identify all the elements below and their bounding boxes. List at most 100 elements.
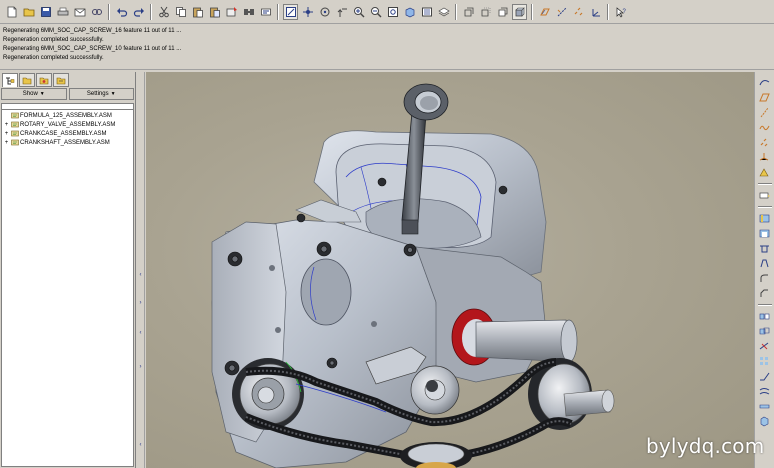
new-icon[interactable] <box>4 4 19 20</box>
toolbar-separator <box>757 206 772 208</box>
assembly-icon <box>11 121 19 128</box>
datum-planes-icon[interactable] <box>537 4 552 20</box>
zoom-fit-icon[interactable] <box>385 4 400 20</box>
watermark: bylydq.com <box>646 434 765 458</box>
tree-item-rotary-valve[interactable]: + ROTARY_VALVE_ASSEMBLY.ASM <box>2 120 133 129</box>
coord-sys-icon[interactable] <box>588 4 603 20</box>
trim-icon[interactable] <box>758 340 772 353</box>
datum-curve-icon[interactable] <box>758 121 772 134</box>
toolbar-separator <box>757 183 772 185</box>
analysis-icon[interactable] <box>758 166 772 179</box>
chamfer-icon[interactable] <box>758 287 772 300</box>
refit-icon[interactable] <box>300 4 315 20</box>
collapse-arrow-icon[interactable]: › <box>137 364 144 371</box>
engine-assembly-model[interactable] <box>146 72 754 468</box>
model-tree-tab[interactable] <box>2 73 18 87</box>
whats-this-icon[interactable]: ? <box>613 4 628 20</box>
offset-icon[interactable] <box>758 385 772 398</box>
redo-icon[interactable] <box>131 4 146 20</box>
merge-icon[interactable] <box>758 325 772 338</box>
history-tab[interactable] <box>53 73 69 87</box>
email-icon[interactable] <box>72 4 87 20</box>
tree-item-crankcase[interactable]: + CRANKCASE_ASSEMBLY.ASM <box>2 129 133 138</box>
tree-item-label: FORMULA_125_ASSEMBLY.ASM <box>20 112 112 119</box>
toolbar-separator <box>150 3 152 20</box>
cut-icon[interactable] <box>156 4 171 20</box>
svg-text:?: ? <box>622 9 626 15</box>
mirror-icon[interactable] <box>758 310 772 323</box>
wireframe-icon[interactable] <box>461 4 476 20</box>
message-line: Regeneration completed successfully. <box>3 37 104 43</box>
show-menu-button[interactable]: Show ▼ <box>1 88 67 100</box>
hole-icon[interactable] <box>758 212 772 225</box>
datum-points-icon[interactable] <box>571 4 586 20</box>
draft-icon[interactable] <box>758 257 772 270</box>
copy-icon[interactable] <box>173 4 188 20</box>
collapse-arrow-icon[interactable]: › <box>137 300 144 307</box>
thicken-icon[interactable] <box>758 400 772 413</box>
save-icon[interactable] <box>38 4 53 20</box>
main-toolbar: ? <box>0 0 774 24</box>
toolbar-separator <box>757 304 772 306</box>
collapse-arrow-icon[interactable]: ‹ <box>137 330 144 337</box>
open-icon[interactable] <box>21 4 36 20</box>
datum-plane-icon[interactable] <box>758 91 772 104</box>
message-line: Regeneration completed successfully. <box>3 55 104 61</box>
orient-icon[interactable] <box>334 4 349 20</box>
collapse-arrow-icon[interactable]: ‹ <box>137 272 144 279</box>
print-icon[interactable] <box>55 4 70 20</box>
no-hidden-icon[interactable] <box>495 4 510 20</box>
shading-icon[interactable] <box>512 3 527 20</box>
undo-icon[interactable] <box>114 4 129 20</box>
graphics-window[interactable] <box>146 72 754 468</box>
paste-icon[interactable] <box>190 4 205 20</box>
panel-sash[interactable]: ‹ › ‹ › ‹ <box>136 72 145 468</box>
view-manager-icon[interactable] <box>402 4 417 20</box>
zoom-out-icon[interactable] <box>368 4 383 20</box>
zoom-in-icon[interactable] <box>351 4 366 20</box>
pattern-icon[interactable] <box>758 355 772 368</box>
datum-point-icon[interactable] <box>758 136 772 149</box>
datum-axis-icon[interactable] <box>758 106 772 119</box>
sketch-curve-icon[interactable] <box>758 76 772 89</box>
round-icon[interactable] <box>758 272 772 285</box>
shell-icon[interactable] <box>758 227 772 240</box>
navigator-panel: Show ▼ Settings ▼ FORMULA_125_ASSEMBLY.ASM… <box>0 72 136 468</box>
tree-item-label: ROTARY_VALVE_ASSEMBLY.ASM <box>20 121 116 128</box>
tree-expander[interactable]: + <box>3 121 10 128</box>
navigator-tabs <box>0 72 135 87</box>
message-line: Regenerating 6MM_SOC_CAP_SCREW_10 featur… <box>3 46 182 52</box>
datum-axes-icon[interactable] <box>554 4 569 20</box>
chevron-down-icon: ▼ <box>110 91 116 97</box>
paste-special-icon[interactable] <box>207 4 222 20</box>
regenerate-icon[interactable] <box>224 4 239 20</box>
folder-browser-tab[interactable] <box>19 73 35 87</box>
spin-center-icon[interactable] <box>317 4 332 20</box>
solidify-icon[interactable] <box>758 415 772 428</box>
toolbar-separator <box>277 3 279 20</box>
annotation-icon[interactable] <box>758 189 772 202</box>
tree-expander[interactable]: + <box>3 130 10 137</box>
settings-menu-label: Settings <box>86 91 109 97</box>
rib-icon[interactable] <box>758 242 772 255</box>
settings-menu-button[interactable]: Settings ▼ <box>68 88 134 100</box>
tree-item-crankshaft[interactable]: + CRANKSHAFT_ASSEMBLY.ASM <box>2 138 133 147</box>
message-line: Regenerating 6MM_SOC_CAP_SCREW_16 featur… <box>3 28 182 34</box>
layers-icon[interactable] <box>436 4 451 20</box>
message-area: Regenerating 6MM_SOC_CAP_SCREW_16 featur… <box>0 24 774 70</box>
tree-expander <box>3 112 10 119</box>
toolbar-separator <box>607 3 609 20</box>
tree-item-root[interactable]: FORMULA_125_ASSEMBLY.ASM <box>2 111 133 120</box>
extend-icon[interactable] <box>758 370 772 383</box>
find-icon[interactable] <box>241 4 256 20</box>
favorites-tab[interactable] <box>36 73 52 87</box>
datum-csys-icon[interactable] <box>758 151 772 164</box>
tree-buttons: Show ▼ Settings ▼ <box>0 88 135 101</box>
tree-expander[interactable]: + <box>3 139 10 146</box>
select-icon[interactable] <box>258 4 273 20</box>
collapse-arrow-icon[interactable]: ‹ <box>137 442 144 449</box>
repaint-icon[interactable] <box>283 3 298 20</box>
hidden-line-icon[interactable] <box>478 4 493 20</box>
saved-views-icon[interactable] <box>419 4 434 20</box>
link-icon[interactable] <box>89 4 104 20</box>
